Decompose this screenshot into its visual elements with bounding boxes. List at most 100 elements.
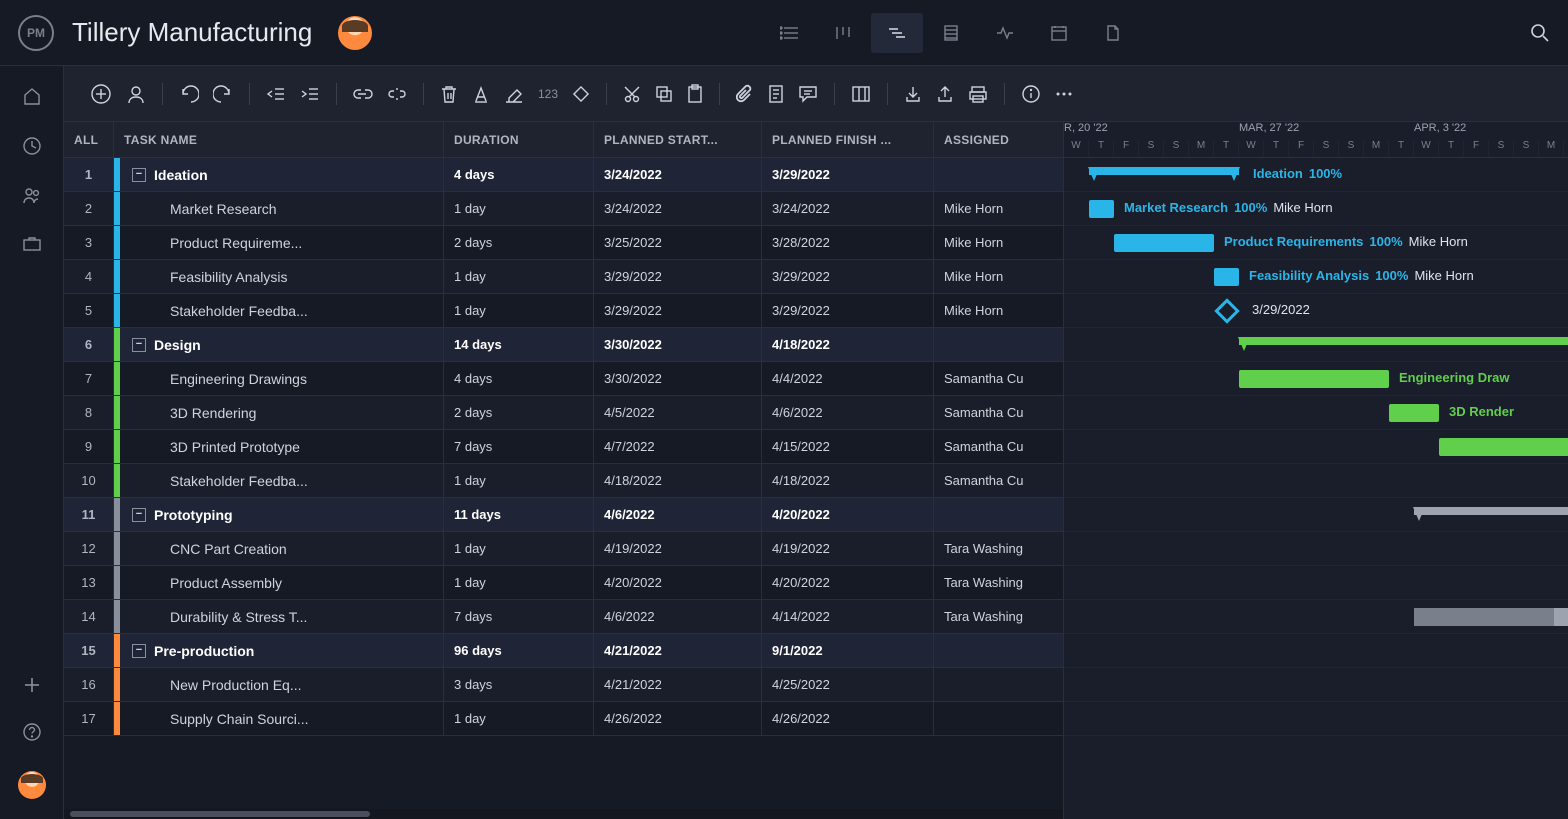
task-cell[interactable]: −Prototyping [114, 498, 444, 532]
finish-cell[interactable]: 3/28/2022 [762, 226, 934, 260]
gantt-bar[interactable] [1239, 370, 1389, 388]
duration-cell[interactable]: 14 days [444, 328, 594, 362]
finish-cell[interactable]: 4/14/2022 [762, 600, 934, 634]
col-assigned[interactable]: ASSIGNED [934, 122, 1064, 158]
duration-cell[interactable]: 1 day [444, 294, 594, 328]
task-cell[interactable]: Stakeholder Feedba... [114, 294, 444, 328]
duration-cell[interactable]: 1 day [444, 464, 594, 498]
table-row[interactable]: 13Product Assembly1 day4/20/20224/20/202… [64, 566, 1063, 600]
gantt-row[interactable]: 3D Render [1064, 396, 1568, 430]
collapse-icon[interactable]: − [132, 338, 146, 352]
task-cell[interactable]: Engineering Drawings [114, 362, 444, 396]
start-cell[interactable]: 4/19/2022 [594, 532, 762, 566]
assign-button[interactable] [122, 80, 150, 108]
gantt-row[interactable]: Feasibility Analysis100%Mike Horn [1064, 260, 1568, 294]
gantt-row[interactable]: Product Requirements100%Mike Horn [1064, 226, 1568, 260]
list-view-icon[interactable] [763, 13, 815, 53]
project-avatar[interactable] [338, 16, 372, 50]
gantt-row[interactable] [1064, 600, 1568, 634]
duration-cell[interactable]: 11 days [444, 498, 594, 532]
gantt-row[interactable] [1064, 702, 1568, 736]
add-icon[interactable] [24, 677, 40, 693]
start-cell[interactable]: 4/26/2022 [594, 702, 762, 736]
table-row[interactable]: 11−Prototyping11 days4/6/20224/20/2022 [64, 498, 1063, 532]
duration-cell[interactable]: 1 day [444, 566, 594, 600]
assigned-cell[interactable]: Samantha Cu [934, 464, 1063, 498]
indent-button[interactable] [296, 83, 324, 105]
finish-cell[interactable]: 3/29/2022 [762, 158, 934, 192]
finish-cell[interactable]: 4/20/2022 [762, 566, 934, 600]
gantt-bar[interactable] [1214, 268, 1239, 286]
notes-button[interactable] [764, 80, 788, 108]
search-button[interactable] [1530, 23, 1550, 43]
duration-cell[interactable]: 4 days [444, 158, 594, 192]
duration-cell[interactable]: 4 days [444, 362, 594, 396]
finish-cell[interactable]: 4/15/2022 [762, 430, 934, 464]
duration-cell[interactable]: 7 days [444, 600, 594, 634]
start-cell[interactable]: 4/7/2022 [594, 430, 762, 464]
assigned-cell[interactable]: Mike Horn [934, 294, 1063, 328]
attach-button[interactable] [732, 80, 758, 108]
duration-cell[interactable]: 1 day [444, 532, 594, 566]
gantt-bar[interactable] [1439, 438, 1568, 456]
delete-button[interactable] [436, 80, 462, 108]
table-row[interactable]: 17Supply Chain Sourci...1 day4/26/20224/… [64, 702, 1063, 736]
gantt-bar[interactable] [1389, 404, 1439, 422]
link-button[interactable] [349, 84, 377, 104]
user-avatar[interactable] [18, 771, 46, 799]
gantt-bar[interactable] [1414, 608, 1568, 626]
numbering-button[interactable]: 123 [534, 83, 562, 105]
start-cell[interactable]: 4/18/2022 [594, 464, 762, 498]
assigned-cell[interactable]: Samantha Cu [934, 362, 1063, 396]
start-cell[interactable]: 3/24/2022 [594, 192, 762, 226]
start-cell[interactable]: 4/21/2022 [594, 634, 762, 668]
add-task-button[interactable] [86, 79, 116, 109]
table-row[interactable]: 15−Pre-production96 days4/21/20229/1/202… [64, 634, 1063, 668]
info-button[interactable] [1017, 80, 1045, 108]
task-cell[interactable]: −Design [114, 328, 444, 362]
task-cell[interactable]: Product Requireme... [114, 226, 444, 260]
start-cell[interactable]: 3/24/2022 [594, 158, 762, 192]
table-row[interactable]: 93D Printed Prototype7 days4/7/20224/15/… [64, 430, 1063, 464]
export-button[interactable] [932, 81, 958, 107]
finish-cell[interactable]: 4/18/2022 [762, 328, 934, 362]
assigned-cell[interactable] [934, 328, 1063, 362]
task-cell[interactable]: Product Assembly [114, 566, 444, 600]
gantt-row[interactable] [1064, 464, 1568, 498]
finish-cell[interactable]: 4/20/2022 [762, 498, 934, 532]
table-row[interactable]: 2Market Research1 day3/24/20223/24/2022M… [64, 192, 1063, 226]
redo-button[interactable] [209, 81, 237, 107]
start-cell[interactable]: 4/21/2022 [594, 668, 762, 702]
gantt-row[interactable] [1064, 532, 1568, 566]
assigned-cell[interactable] [934, 498, 1063, 532]
help-icon[interactable] [23, 723, 41, 741]
col-all[interactable]: ALL [64, 122, 114, 158]
task-cell[interactable]: −Pre-production [114, 634, 444, 668]
start-cell[interactable]: 3/25/2022 [594, 226, 762, 260]
assigned-cell[interactable]: Mike Horn [934, 260, 1063, 294]
assigned-cell[interactable] [934, 668, 1063, 702]
activity-view-icon[interactable] [979, 13, 1031, 53]
task-cell[interactable]: Feasibility Analysis [114, 260, 444, 294]
gantt-bar[interactable] [1089, 200, 1114, 218]
undo-button[interactable] [175, 81, 203, 107]
gantt-row[interactable] [1064, 430, 1568, 464]
calendar-view-icon[interactable] [1033, 13, 1085, 53]
cut-button[interactable] [619, 81, 645, 107]
duration-cell[interactable]: 3 days [444, 668, 594, 702]
sheet-view-icon[interactable] [925, 13, 977, 53]
duration-cell[interactable]: 1 day [444, 702, 594, 736]
finish-cell[interactable]: 3/24/2022 [762, 192, 934, 226]
duration-cell[interactable]: 96 days [444, 634, 594, 668]
finish-cell[interactable]: 3/29/2022 [762, 294, 934, 328]
gantt-row[interactable]: Market Research100%Mike Horn [1064, 192, 1568, 226]
gantt-row[interactable]: Ideation100% [1064, 158, 1568, 192]
task-cell[interactable]: CNC Part Creation [114, 532, 444, 566]
gantt-row[interactable] [1064, 634, 1568, 668]
start-cell[interactable]: 4/20/2022 [594, 566, 762, 600]
assigned-cell[interactable]: Tara Washing [934, 566, 1063, 600]
col-duration[interactable]: DURATION [444, 122, 594, 158]
milestone-icon[interactable] [1214, 298, 1239, 323]
print-button[interactable] [964, 81, 992, 107]
assigned-cell[interactable] [934, 702, 1063, 736]
